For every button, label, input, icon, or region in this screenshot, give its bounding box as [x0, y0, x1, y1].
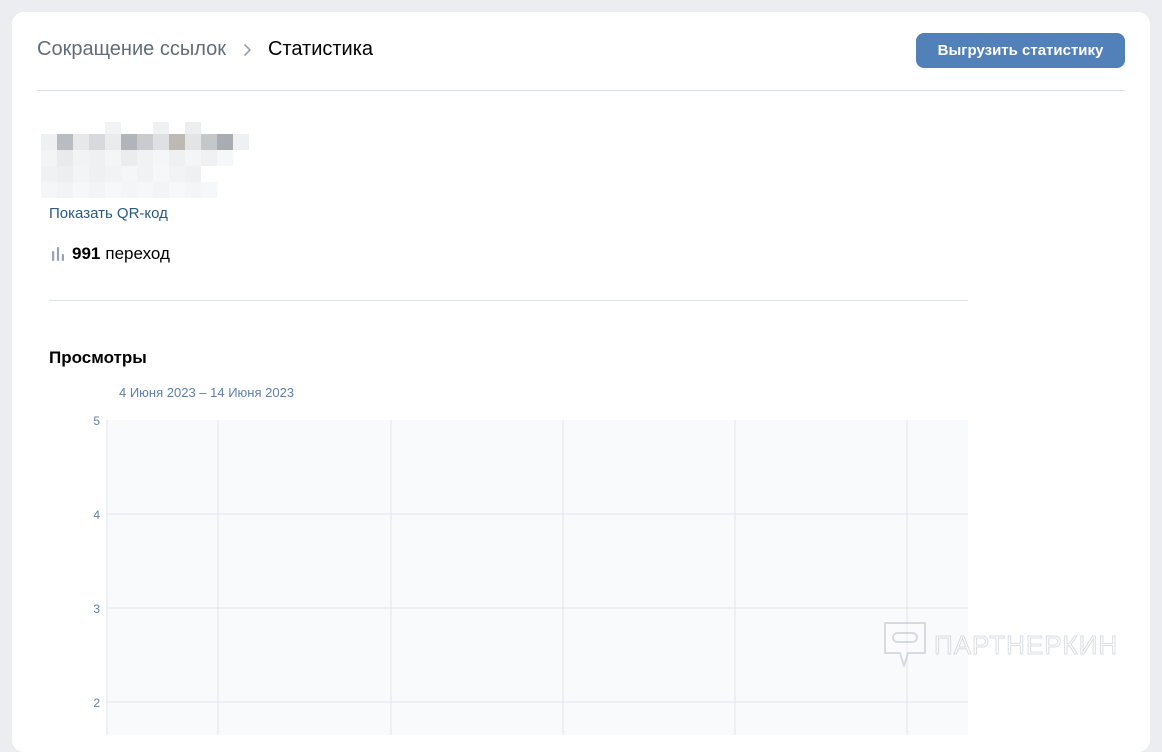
show-qr-code-link[interactable]: Показать QR-код [49, 205, 168, 222]
bar-chart-icon [52, 247, 64, 261]
blurred-link-thumbnail [41, 122, 249, 198]
transitions-summary: 991 переход [51, 244, 170, 264]
chart-y-tick-label-4: 4 [93, 508, 100, 522]
breadcrumb-current: Статистика [267, 38, 374, 60]
views-chart: 5 4 3 2 [93, 414, 968, 735]
breadcrumb: Сокращение ссылок Статистика [37, 38, 373, 64]
transitions-label: переход [105, 244, 170, 263]
breadcrumb-link-link-shortener[interactable]: Сокращение ссылок [37, 38, 226, 61]
date-range-label: 4 Июня 2023 – 14 Июня 2023 [119, 385, 295, 400]
chart-y-tick-label-5: 5 [93, 414, 100, 428]
chat-bubble-icon [884, 622, 926, 667]
transitions-count: 991 [72, 244, 101, 263]
views-title: Просмотры [49, 348, 147, 367]
watermark: ПАРТНЕРКИН [882, 620, 1118, 670]
export-statistics-button[interactable]: Выгрузить статистику [916, 32, 1125, 68]
page-header: Сокращение ссылок Статистика Выгрузить с… [37, 12, 1125, 91]
chevron-right-icon [244, 43, 251, 56]
watermark-text: ПАРТНЕРКИН [933, 629, 1119, 660]
chart-y-tick-label-2: 2 [93, 696, 100, 710]
section-divider [49, 300, 968, 301]
chart-y-tick-label-3: 3 [93, 602, 100, 616]
chart-plot-area [107, 420, 968, 735]
chart-y-tick-labels: 5 4 3 2 [93, 414, 100, 710]
statistics-card: Сокращение ссылок Статистика Выгрузить с… [12, 12, 1150, 752]
